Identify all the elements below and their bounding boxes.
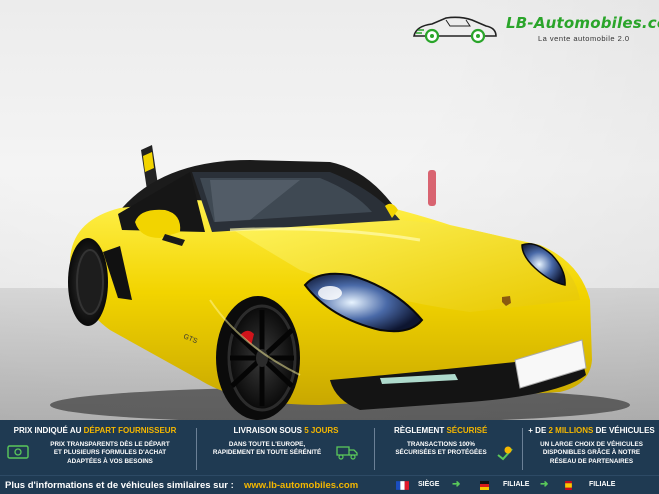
info-banner: PRIX INDIQUÉ AU DÉPART FOURNISSEUR PRIX … xyxy=(0,420,659,475)
website-link[interactable]: www.lb-automobiles.com xyxy=(244,480,358,491)
banner-column-delivery: LIVRAISON SOUS 5 JOURS DANS TOUTE L'EURO… xyxy=(200,420,372,475)
column-description: DANS TOUTE L'EUROPE, RAPIDEMENT EN TOUTE… xyxy=(212,441,322,457)
location-label: FILIALE xyxy=(589,481,616,488)
location-label: SIÈGE xyxy=(418,481,440,488)
logo-brand-name: LB-Automobiles.com xyxy=(506,14,659,32)
money-icon xyxy=(7,445,29,459)
column-heading: PRIX INDIQUÉ AU DÉPART FOURNISSEUR xyxy=(13,426,177,435)
logo-tagline: La vente automobile 2.0 xyxy=(538,34,630,43)
delivery-truck-icon xyxy=(336,446,358,460)
column-heading: RÈGLEMENT SÉCURISÉ xyxy=(394,426,488,435)
column-heading: LIVRAISON SOUS 5 JOURS xyxy=(233,426,339,435)
secure-payment-icon xyxy=(497,446,513,461)
arrow-right-icon: ➜ xyxy=(452,479,461,490)
column-description: UN LARGE CHOIX DE VÉHICULES DISPONIBLES … xyxy=(540,441,643,465)
germany-flag-icon xyxy=(480,481,489,490)
spain-flag-icon xyxy=(565,481,572,490)
footer-bar: Plus d'informations et de véhicules simi… xyxy=(0,475,659,494)
car-photo: GTS LB-Automobiles.com La vente automobi… xyxy=(0,0,659,420)
location-label: FILIALE xyxy=(503,481,530,488)
divider xyxy=(196,428,197,470)
dealer-logo[interactable]: LB-Automobiles.com La vente automobile 2… xyxy=(410,12,659,48)
banner-column-price: PRIX INDIQUÉ AU DÉPART FOURNISSEUR PRIX … xyxy=(0,420,190,475)
arrow-right-icon: ➜ xyxy=(540,479,549,490)
column-heading: + DE 2 MILLIONS DE VÉHICULES xyxy=(528,426,655,435)
wall-reflection xyxy=(428,170,436,206)
rear-wheel xyxy=(68,238,108,326)
column-description: TRANSACTIONS 100% SÉCURISÉES ET PROTÉGÉE… xyxy=(395,441,487,457)
banner-column-payment: RÈGLEMENT SÉCURISÉ TRANSACTIONS 100% SÉC… xyxy=(378,420,518,475)
banner-column-vehicles: + DE 2 MILLIONS DE VÉHICULES UN LARGE CH… xyxy=(524,420,659,475)
france-flag-icon xyxy=(396,481,409,490)
car-illustration: GTS xyxy=(50,145,630,420)
car-outline-icon xyxy=(413,16,497,44)
front-wheel xyxy=(216,296,300,420)
divider xyxy=(522,428,523,470)
column-description: PRIX TRANSPARENTS DÈS LE DÉPART ET PLUSI… xyxy=(50,441,170,465)
divider xyxy=(374,428,375,470)
footer-text: Plus d'informations et de véhicules simi… xyxy=(5,480,234,491)
